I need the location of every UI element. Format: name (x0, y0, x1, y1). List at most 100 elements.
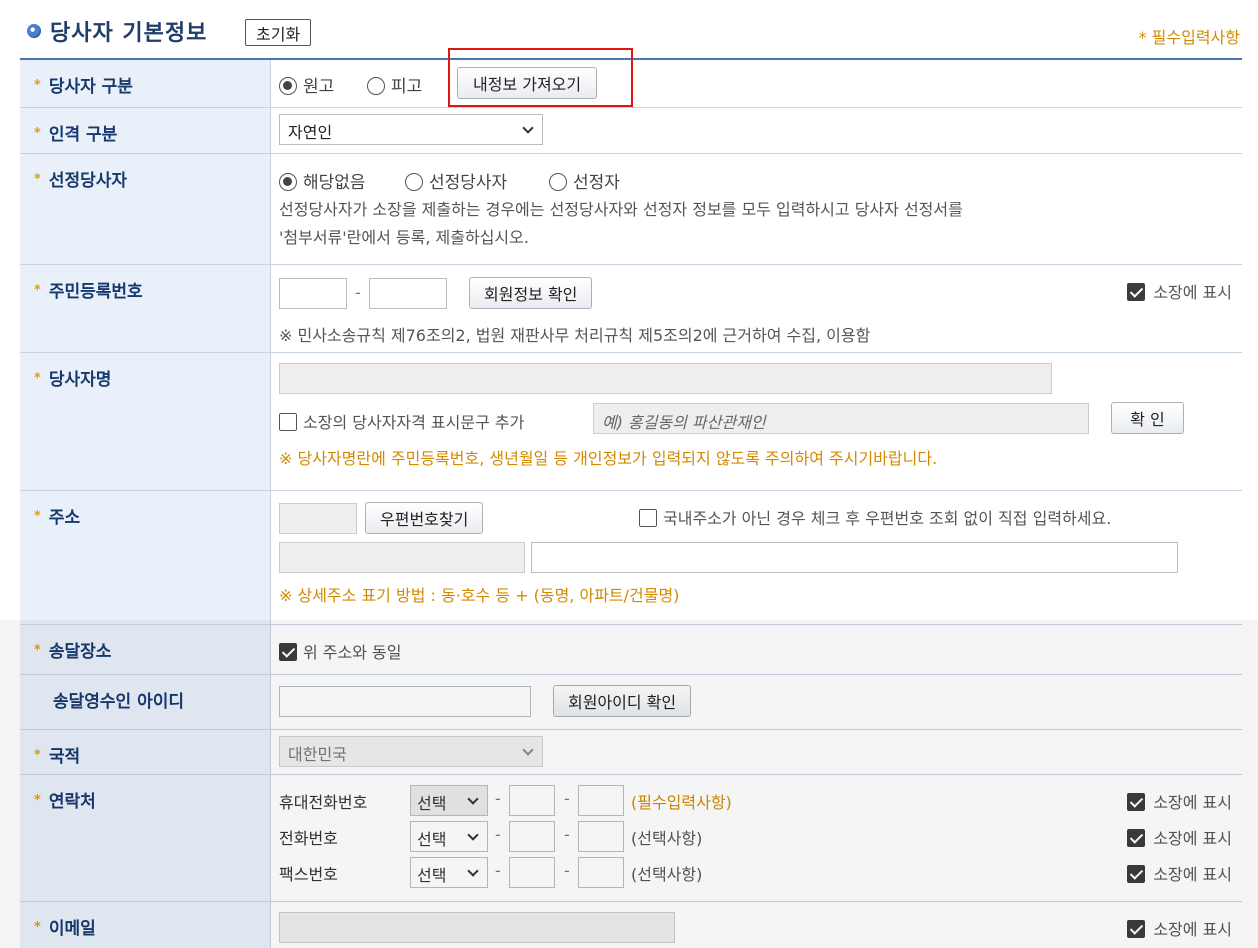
row-delivery: * 송달장소 위 주소와 동일 (20, 625, 1242, 675)
label-contact: * 연락처 (20, 775, 271, 901)
radio-designated-party[interactable]: 선정당사자 (405, 168, 507, 193)
radio-none[interactable]: 해당없음 (279, 168, 366, 193)
radio-icon[interactable] (405, 173, 423, 191)
checkbox-checked-icon[interactable] (279, 643, 297, 661)
chevron-down-icon (522, 122, 534, 134)
detail-address-input[interactable] (531, 542, 1178, 573)
row-contact: * 연락처 휴대전화번호 선택 - - (필수입력사항) 소장에 표시 전화번호 … (20, 775, 1242, 902)
party-name-input[interactable] (279, 363, 1052, 394)
qualifier-input[interactable]: 예) 홍길동의 파산관재인 (593, 403, 1089, 434)
email-display-checkbox[interactable]: 소장에 표시 (1127, 916, 1232, 940)
row-address: * 주소 우편번호찾기 국내주소가 아닌 경우 체크 후 우편번호 조회 없이 직… (20, 491, 1242, 625)
phone-display-checkbox[interactable]: 소장에 표시 (1127, 825, 1232, 849)
reset-button[interactable]: 초기화 (245, 19, 312, 46)
address-format-note: ※ 상세주소 표기 방법 : 동·호수 등 + (동명, 아파트/건물명) (279, 586, 680, 605)
radio-icon[interactable] (279, 77, 297, 95)
dash: - (564, 789, 570, 808)
dash: - (495, 789, 501, 808)
bullet-icon (27, 24, 41, 38)
rrn-second-input[interactable] (369, 278, 447, 309)
confirm-button[interactable]: 확 인 (1111, 402, 1184, 434)
mobile-prefix-select[interactable]: 선택 (410, 785, 488, 816)
dash: - (564, 825, 570, 844)
verify-member-button[interactable]: 회원정보 확인 (469, 277, 593, 309)
mobile-display-checkbox[interactable]: 소장에 표시 (1127, 789, 1232, 813)
radio-icon[interactable] (549, 173, 567, 191)
label-nationality: * 국적 (20, 730, 271, 774)
rrn-separator: - (355, 283, 361, 302)
chevron-down-icon (467, 793, 479, 805)
checkbox-checked-icon[interactable] (1127, 865, 1146, 883)
label-recipient-id: 송달영수인 아이디 (20, 675, 271, 729)
zip-code-input[interactable] (279, 503, 357, 534)
fax-prefix-select[interactable]: 선택 (410, 857, 488, 888)
party-form: * 당사자 구분 원고 피고 내정보 가져오기 * 인격 구분 자연인 * 선정당사자… (20, 58, 1242, 948)
phone-mid-input[interactable] (509, 821, 555, 852)
label-rrn: * 주민등록번호 (20, 265, 271, 352)
checkbox-checked-icon[interactable] (1127, 283, 1146, 301)
row-rrn: * 주민등록번호 - 회원정보 확인 소장에 표시 ※ 민사소송규칙 제76조의2… (20, 265, 1242, 353)
fax-last-input[interactable] (578, 857, 624, 888)
row-designated: * 선정당사자 해당없음 선정당사자 선정자 선정당사자가 소장을 제출하는 경우… (20, 154, 1242, 265)
checkbox-checked-icon[interactable] (1127, 829, 1146, 847)
radio-defendant[interactable]: 피고 (367, 72, 422, 97)
fax-label: 팩스번호 (279, 865, 338, 884)
fax-mid-input[interactable] (509, 857, 555, 888)
checkbox-checked-icon[interactable] (1127, 793, 1146, 811)
required-star-icon: * (34, 283, 41, 298)
phone-last-input[interactable] (578, 821, 624, 852)
foreign-address-checkbox[interactable]: 국내주소가 아닌 경우 체크 후 우편번호 조회 없이 직접 입력하세요. (639, 505, 1111, 529)
find-zip-button[interactable]: 우편번호찾기 (365, 502, 484, 534)
recipient-id-input[interactable] (279, 686, 531, 717)
row-recipient-id: 송달영수인 아이디 회원아이디 확인 (20, 675, 1242, 730)
rrn-display-checkbox[interactable]: 소장에 표시 (1127, 279, 1232, 303)
rrn-note: ※ 민사소송규칙 제76조의2, 법원 재판사무 처리규칙 제5조의2에 근거하… (279, 326, 871, 345)
row-nationality: * 국적 대한민국 (20, 730, 1242, 775)
email-input[interactable] (279, 912, 675, 943)
phone-optional-hint: (선택사항) (631, 829, 703, 848)
checkbox-icon[interactable] (639, 509, 657, 527)
radio-designator[interactable]: 선정자 (549, 168, 620, 193)
label-email: * 이메일 (20, 902, 271, 948)
required-star-icon: * (34, 78, 41, 93)
phone-prefix-select[interactable]: 선택 (410, 821, 488, 852)
required-star-icon: * (34, 920, 41, 935)
dash: - (495, 861, 501, 880)
phone-label: 전화번호 (279, 829, 338, 848)
row-person-type: * 인격 구분 자연인 (20, 108, 1242, 154)
rrn-first-input[interactable] (279, 278, 347, 309)
required-star-icon: * (34, 371, 41, 386)
label-person-type: * 인격 구분 (20, 108, 271, 153)
row-email: * 이메일 소장에 표시 (20, 902, 1242, 948)
required-star-icon: * (34, 126, 41, 141)
person-type-select[interactable]: 자연인 (279, 114, 543, 145)
qualifier-checkbox[interactable]: 소장의 당사자자격 표시문구 추가 (279, 409, 524, 433)
row-name: * 당사자명 소장의 당사자자격 표시문구 추가 예) 홍길동의 파산관재인 확 … (20, 353, 1242, 491)
label-address: * 주소 (20, 491, 271, 624)
mobile-last-input[interactable] (578, 785, 624, 816)
label-delivery: * 송달장소 (20, 625, 271, 674)
radio-icon[interactable] (367, 77, 385, 95)
designated-help-1: 선정당사자가 소장을 제출하는 경우에는 선정당사자와 선정자 정보를 모두 입… (279, 200, 963, 219)
same-address-checkbox[interactable]: 위 주소와 동일 (279, 639, 402, 663)
label-designated: * 선정당사자 (20, 154, 271, 264)
radio-icon[interactable] (279, 173, 297, 191)
fax-display-checkbox[interactable]: 소장에 표시 (1127, 861, 1232, 885)
checkbox-icon[interactable] (279, 413, 297, 431)
required-note: * 필수입력사항 (1138, 28, 1240, 47)
radio-plaintiff[interactable]: 원고 (279, 72, 334, 97)
required-star-icon: * (34, 509, 41, 524)
base-address-input[interactable] (279, 542, 525, 573)
label-party-type: * 당사자 구분 (20, 60, 271, 107)
checkbox-checked-icon[interactable] (1127, 920, 1146, 938)
chevron-down-icon (467, 829, 479, 841)
highlight-box (448, 48, 633, 107)
verify-member-id-button[interactable]: 회원아이디 확인 (553, 685, 692, 717)
mobile-mid-input[interactable] (509, 785, 555, 816)
dash: - (495, 825, 501, 844)
designated-help-2: '첨부서류'란에서 등록, 제출하십시오. (279, 228, 529, 247)
required-star-icon: * (34, 172, 41, 187)
fax-optional-hint: (선택사항) (631, 865, 703, 884)
required-star-icon: * (34, 748, 41, 763)
nationality-select[interactable]: 대한민국 (279, 736, 543, 767)
